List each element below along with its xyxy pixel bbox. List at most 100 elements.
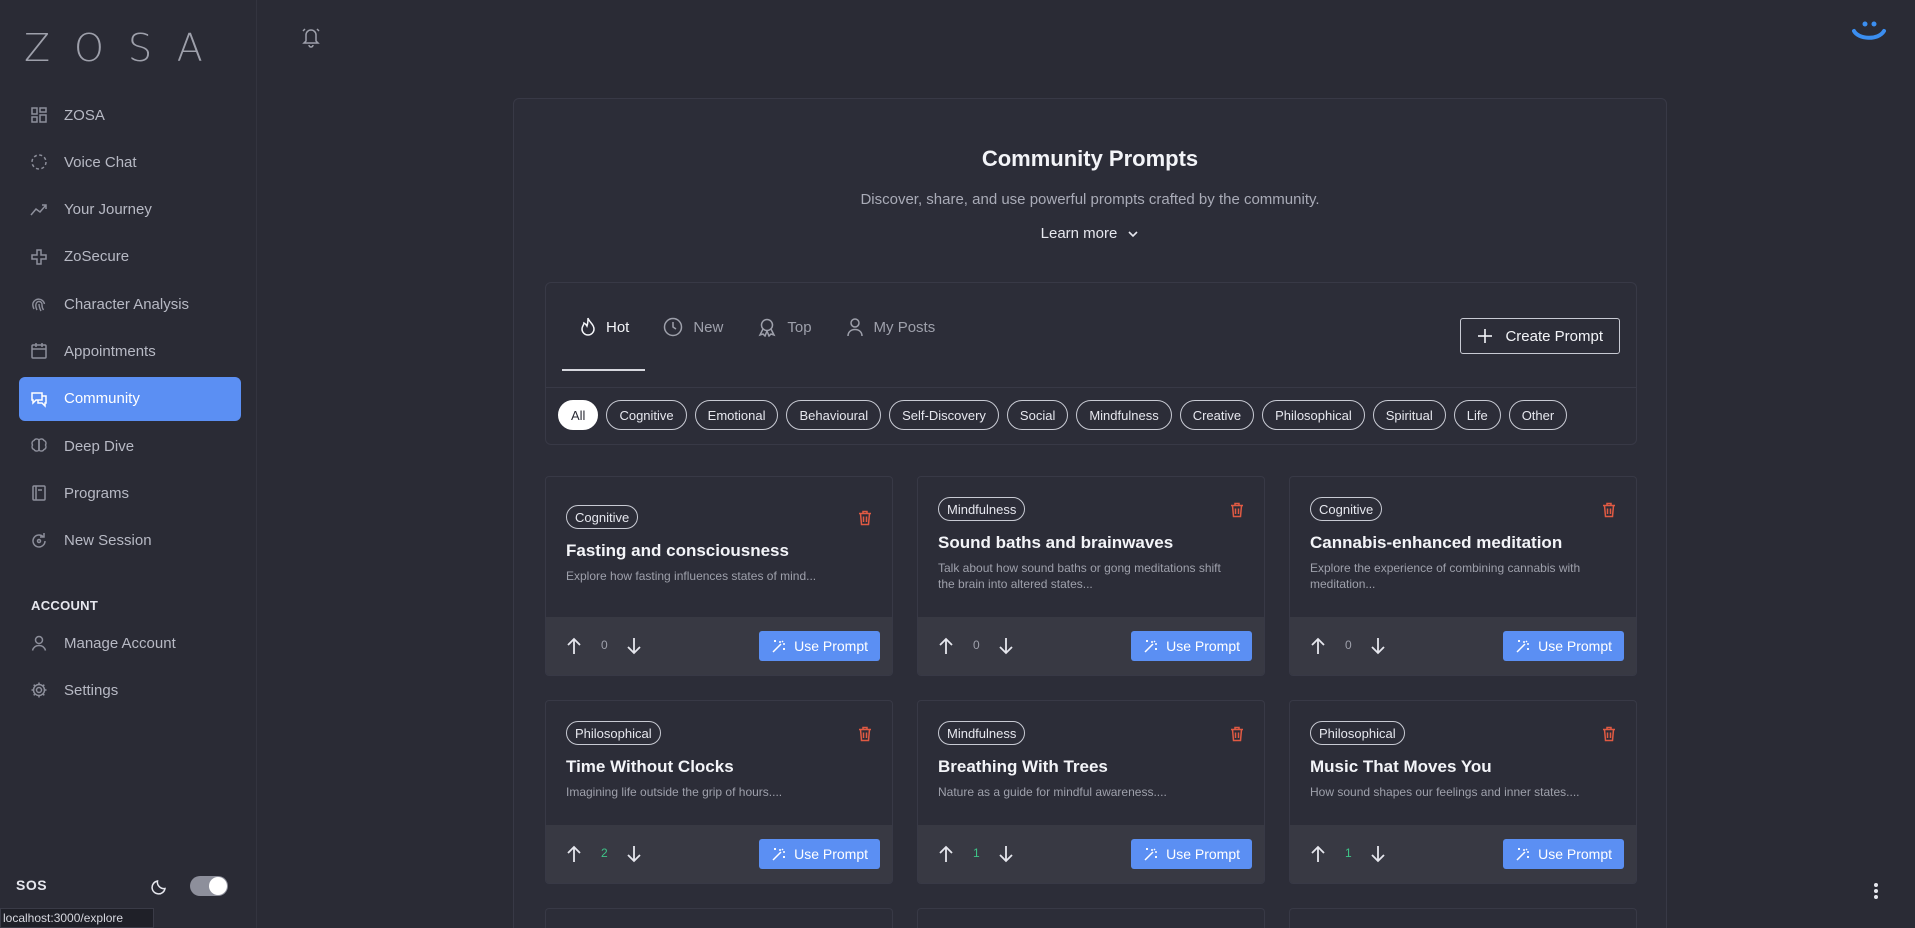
category-filters: All Cognitive Emotional Behavioural Self-Dis… — [558, 400, 1575, 430]
sidebar-item-your-journey[interactable]: Your Journey — [19, 188, 241, 232]
sidebar-item-manage-account[interactable]: Manage Account — [19, 621, 241, 665]
category-chip-spiritual[interactable]: Spiritual — [1372, 400, 1446, 430]
sidebar-item-voice-chat[interactable]: Voice Chat — [19, 140, 241, 184]
card-description: Explore the experience of combining cann… — [1310, 561, 1581, 591]
trash-icon[interactable] — [858, 726, 872, 742]
card-footer: 1 Use Prompt — [918, 825, 1264, 883]
sidebar-item-new-session[interactable]: New Session — [19, 519, 241, 563]
prompt-card[interactable]: Philosophical Time Without Clocks Imagin… — [545, 700, 893, 884]
app-logo[interactable]: ZOSA — [24, 26, 227, 70]
notification-bell-icon[interactable] — [301, 26, 321, 48]
use-prompt-button[interactable]: Use Prompt — [1131, 839, 1252, 869]
learn-more-label: Learn more — [1040, 225, 1118, 242]
more-options-icon[interactable] — [1873, 882, 1879, 900]
category-chip-social[interactable]: Social — [1006, 400, 1069, 430]
dashboard-icon — [31, 107, 47, 123]
prompt-card-partial[interactable] — [1289, 908, 1637, 928]
prompt-card[interactable]: Mindfulness Sound baths and brainwaves T… — [917, 476, 1265, 676]
category-chip-behavioural[interactable]: Behavioural — [786, 400, 882, 430]
sidebar-item-settings[interactable]: Settings — [19, 668, 241, 712]
vote-count: 1 — [973, 846, 980, 860]
prompt-card[interactable]: Philosophical Music That Moves You How s… — [1289, 700, 1637, 884]
sidebar-item-label: ZoSecure — [64, 248, 130, 266]
downvote-arrow-icon[interactable] — [998, 637, 1014, 655]
card-description: How sound shapes our feelings and inner … — [1310, 785, 1580, 799]
sidebar: ZOSA ZOSA Voice Chat Your Journey ZoSecu… — [0, 0, 257, 928]
prompt-card[interactable]: Cognitive Cannabis-enhanced meditation E… — [1289, 476, 1637, 676]
category-chip-other[interactable]: Other — [1508, 400, 1568, 430]
user-icon — [31, 635, 47, 651]
prompt-card[interactable]: Mindfulness Breathing With Trees Nature … — [917, 700, 1265, 884]
prompt-card-partial[interactable] — [917, 908, 1265, 928]
upvote-arrow-icon[interactable] — [566, 845, 582, 863]
upvote-arrow-icon[interactable] — [566, 637, 582, 655]
dashed-circle-icon — [31, 154, 47, 171]
learn-more-toggle[interactable]: Learn more — [514, 225, 1666, 242]
upvote-arrow-icon[interactable] — [938, 845, 954, 863]
tab-hot[interactable]: Hot — [562, 283, 646, 371]
sidebar-item-character-analysis[interactable]: Character Analysis — [19, 282, 241, 326]
sidebar-item-deep-dive[interactable]: Deep Dive — [19, 424, 241, 468]
create-prompt-button[interactable]: Create Prompt — [1460, 318, 1620, 354]
sos-button[interactable]: SOS — [16, 877, 47, 893]
prompt-card-partial[interactable] — [545, 908, 893, 928]
use-prompt-button[interactable]: Use Prompt — [1503, 631, 1624, 661]
vote-count: 2 — [601, 846, 608, 860]
shield-icon — [31, 249, 47, 265]
tab-label: New — [693, 318, 724, 336]
upvote-arrow-icon[interactable] — [1310, 637, 1326, 655]
sidebar-item-zosa[interactable]: ZOSA — [19, 93, 241, 137]
magic-wand-icon — [772, 847, 786, 861]
category-chip-self-discovery[interactable]: Self-Discovery — [889, 400, 999, 430]
category-chip-creative[interactable]: Creative — [1179, 400, 1255, 430]
trash-icon[interactable] — [1230, 726, 1244, 742]
trash-icon[interactable] — [1602, 502, 1616, 518]
trash-icon[interactable] — [1602, 726, 1616, 742]
category-chip-philosophical[interactable]: Philosophical — [1262, 400, 1365, 430]
use-prompt-button[interactable]: Use Prompt — [759, 631, 880, 661]
card-footer: 0 Use Prompt — [546, 617, 892, 675]
category-chip-mindfulness[interactable]: Mindfulness — [1076, 400, 1172, 430]
category-chip-emotional[interactable]: Emotional — [694, 400, 779, 430]
trash-icon[interactable] — [1230, 502, 1244, 518]
magic-wand-icon — [1516, 847, 1530, 861]
tab-label: Hot — [606, 318, 630, 336]
upvote-arrow-icon[interactable] — [938, 637, 954, 655]
category-tag: Mindfulness — [938, 721, 1026, 745]
chat-bubbles-icon — [31, 392, 47, 408]
award-icon — [758, 318, 776, 337]
sidebar-item-appointments[interactable]: Appointments — [19, 329, 241, 373]
tab-top[interactable]: Top — [739, 283, 827, 371]
use-prompt-button[interactable]: Use Prompt — [759, 839, 880, 869]
sidebar-item-programs[interactable]: Programs — [19, 471, 241, 515]
downvote-arrow-icon[interactable] — [626, 845, 642, 863]
use-prompt-button[interactable]: Use Prompt — [1131, 631, 1252, 661]
downvote-arrow-icon[interactable] — [1370, 637, 1386, 655]
dark-mode-toggle[interactable] — [190, 876, 228, 896]
use-prompt-button[interactable]: Use Prompt — [1503, 839, 1624, 869]
status-url-text: localhost:3000/explore — [3, 911, 124, 925]
card-footer: 1 Use Prompt — [1290, 825, 1636, 883]
upvote-arrow-icon[interactable] — [1310, 845, 1326, 863]
downvote-arrow-icon[interactable] — [998, 845, 1014, 863]
trending-up-icon — [30, 203, 47, 216]
card-footer: 2 Use Prompt — [546, 825, 892, 883]
sidebar-item-community[interactable]: Community — [19, 376, 241, 421]
category-tag: Cognitive — [566, 505, 639, 529]
category-chip-life[interactable]: Life — [1453, 400, 1501, 430]
tab-new[interactable]: New — [645, 283, 739, 371]
trash-icon[interactable] — [858, 510, 872, 526]
prompt-card[interactable]: Cognitive Fasting and consciousness Expl… — [545, 476, 893, 676]
sidebar-item-label: Programs — [64, 484, 130, 502]
category-chip-cognitive[interactable]: Cognitive — [606, 400, 687, 430]
vote-count: 0 — [1345, 638, 1352, 652]
tab-my-posts[interactable]: My Posts — [828, 283, 952, 371]
downvote-arrow-icon[interactable] — [626, 637, 642, 655]
sidebar-nav: ZOSA Voice Chat Your Journey ZoSecure Ch… — [19, 93, 241, 566]
user-avatar-icon[interactable] — [1850, 19, 1888, 45]
downvote-arrow-icon[interactable] — [1370, 845, 1386, 863]
vote-count: 0 — [973, 638, 980, 652]
category-chip-all[interactable]: All — [558, 400, 599, 430]
card-title: Sound baths and brainwaves — [938, 533, 1174, 552]
sidebar-item-zosecure[interactable]: ZoSecure — [19, 235, 241, 279]
